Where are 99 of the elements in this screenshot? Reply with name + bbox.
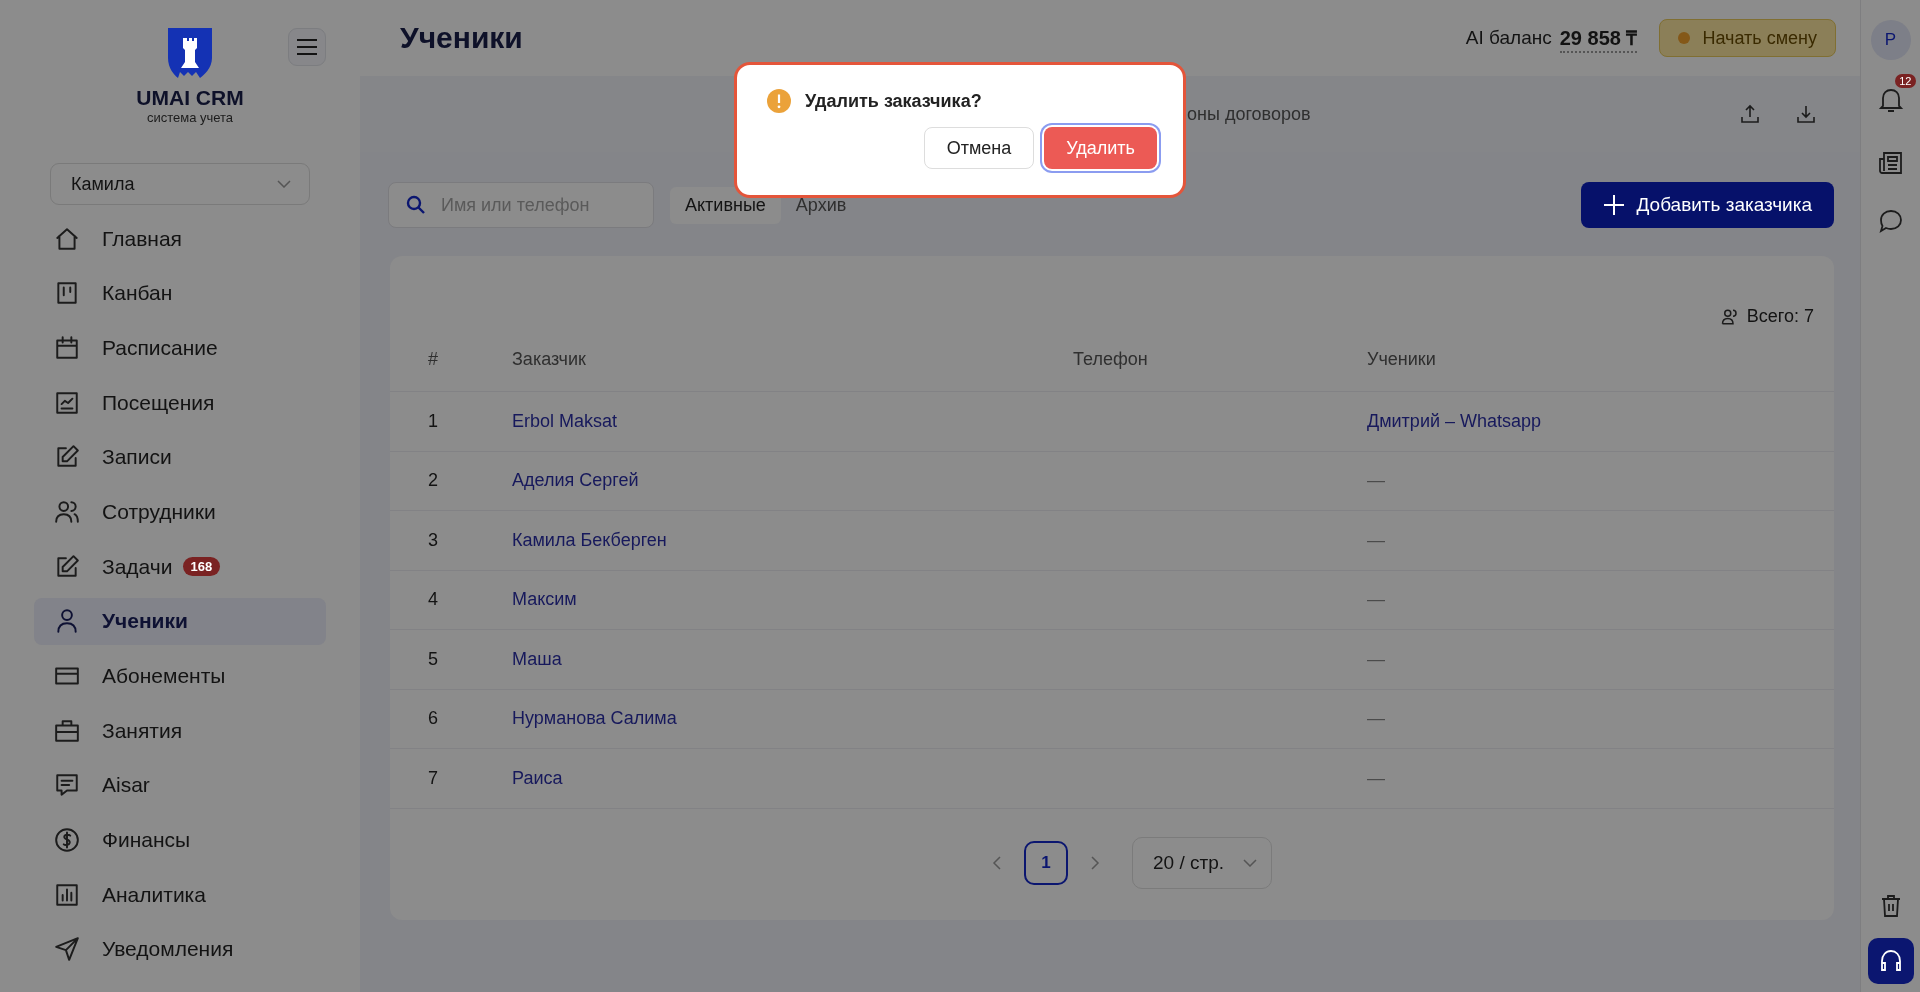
upload-icon[interactable] [1740, 104, 1760, 124]
nav-item[interactable]: Канбан [34, 269, 326, 317]
column-header: # [428, 348, 439, 370]
logo-subtitle: система учета [146, 110, 234, 125]
nav-item[interactable]: Главная [34, 215, 326, 262]
dialog-title: Удалить заказчика? [805, 90, 982, 112]
balance-label: AI баланс [1465, 27, 1552, 49]
page-button[interactable]: 1 [1024, 840, 1068, 885]
nav-label: Абонементы [102, 664, 226, 688]
row-number: 5 [428, 648, 439, 670]
page-title: Ученики [400, 21, 523, 55]
chart-icon [54, 389, 80, 416]
download-icon[interactable] [1796, 104, 1816, 124]
message-icon [54, 772, 80, 799]
column-header: Телефон [1073, 348, 1149, 370]
briefcase-icon [54, 717, 80, 744]
nav-item[interactable]: Посещения [34, 379, 326, 427]
customer-link[interactable]: Камила Бекберген [512, 529, 667, 550]
row-number: 4 [428, 589, 439, 611]
chat-icon[interactable] [1877, 208, 1904, 234]
send-icon [54, 936, 80, 963]
warning-icon [767, 89, 791, 113]
empty-cell: — [1367, 767, 1385, 788]
empty-cell: — [1367, 529, 1385, 550]
row-number: 2 [428, 470, 439, 492]
chevron-down-icon [277, 180, 291, 188]
nav-item[interactable]: Аналитика [34, 871, 326, 919]
users-icon [54, 498, 80, 525]
nav-item[interactable]: Расписание [34, 324, 326, 372]
cancel-button[interactable]: Отмена [923, 127, 1035, 169]
customer-link[interactable]: Erbol Maksat [512, 410, 618, 431]
bar-chart-icon [54, 881, 80, 908]
start-shift-button[interactable]: Начать смену [1659, 19, 1836, 57]
nav-label: Задачи [102, 554, 173, 579]
student-link[interactable]: Дмитрий – Whatsapp [1367, 410, 1542, 431]
calendar-icon [54, 334, 80, 361]
user-select[interactable]: Камила [50, 163, 310, 205]
row-number: 7 [428, 767, 439, 789]
nav-item[interactable]: Aisar [34, 761, 326, 809]
nav-label: Главная [102, 226, 182, 251]
row-number: 6 [428, 708, 439, 730]
add-customer-button[interactable]: Добавить заказчика [1580, 182, 1834, 228]
nav-label: Расписание [102, 335, 218, 360]
nav-item[interactable]: Занятия [34, 707, 326, 755]
nav-label: Финансы [102, 828, 191, 853]
kanban-icon [54, 280, 80, 307]
balance-value[interactable]: 29 858 ₸ [1559, 23, 1638, 53]
nav-item[interactable]: Сотрудники [34, 488, 326, 536]
nav-item[interactable]: Задачи 168 [34, 543, 326, 591]
logo-title: UMAI CRM [136, 86, 244, 110]
edit-icon [54, 553, 80, 580]
nav-label: Aisar [102, 773, 150, 798]
dollar-icon [54, 827, 80, 854]
tab[interactable]: оны договоров [1187, 103, 1311, 125]
nav-item[interactable]: Ученики [34, 597, 326, 645]
page-size-select[interactable]: 20 / стр. [1132, 836, 1272, 889]
nav-label: Занятия [102, 718, 183, 743]
castle-logo-icon [168, 28, 212, 78]
bell-icon[interactable] [1877, 86, 1904, 114]
nav-label: Уведомления [102, 937, 234, 962]
nav-item[interactable]: Абонементы [34, 652, 326, 700]
nav-label: Посещения [102, 390, 215, 415]
user-icon [54, 608, 80, 635]
customer-link[interactable]: Максим [512, 589, 577, 610]
empty-cell: — [1367, 589, 1385, 610]
trash-icon[interactable] [1879, 894, 1902, 918]
nav-label: Записи [102, 445, 172, 470]
empty-cell: — [1367, 648, 1385, 669]
nav-label: Сотрудники [102, 499, 216, 524]
total-count: Всего: 7 [1746, 306, 1814, 327]
chevron-down-icon [1243, 858, 1257, 867]
empty-cell: — [1367, 708, 1385, 729]
customer-link[interactable]: Аделия Сергей [512, 470, 639, 491]
customer-link[interactable]: Маша [512, 648, 562, 669]
search-icon [406, 195, 426, 215]
nav-label: Канбан [102, 281, 173, 306]
nav-item[interactable]: Финансы [34, 816, 326, 864]
menu-button[interactable] [288, 28, 326, 66]
column-header: Заказчик [512, 348, 587, 370]
support-button[interactable] [1867, 938, 1914, 984]
filter-tab[interactable]: Архив [780, 186, 862, 224]
menu-icon [296, 39, 318, 55]
column-header: Ученики [1367, 348, 1437, 370]
customer-link[interactable]: Раиса [512, 767, 563, 788]
customer-link[interactable]: Нурманова Салима [512, 708, 677, 729]
nav-label: Аналитика [102, 882, 206, 907]
nav-item[interactable]: Уведомления [34, 925, 326, 973]
row-number: 3 [428, 529, 439, 551]
avatar[interactable]: Р [1870, 20, 1911, 60]
users-icon [1720, 307, 1739, 326]
newspaper-icon[interactable] [1877, 150, 1904, 176]
notification-badge: 12 [1895, 74, 1916, 88]
row-number: 1 [428, 410, 439, 432]
home-icon [54, 225, 80, 252]
empty-cell: — [1367, 470, 1385, 491]
nav-item[interactable]: Записи [34, 433, 326, 481]
nav-label: Ученики [102, 609, 188, 634]
plus-icon [1602, 194, 1625, 216]
count-badge: 168 [182, 557, 221, 577]
